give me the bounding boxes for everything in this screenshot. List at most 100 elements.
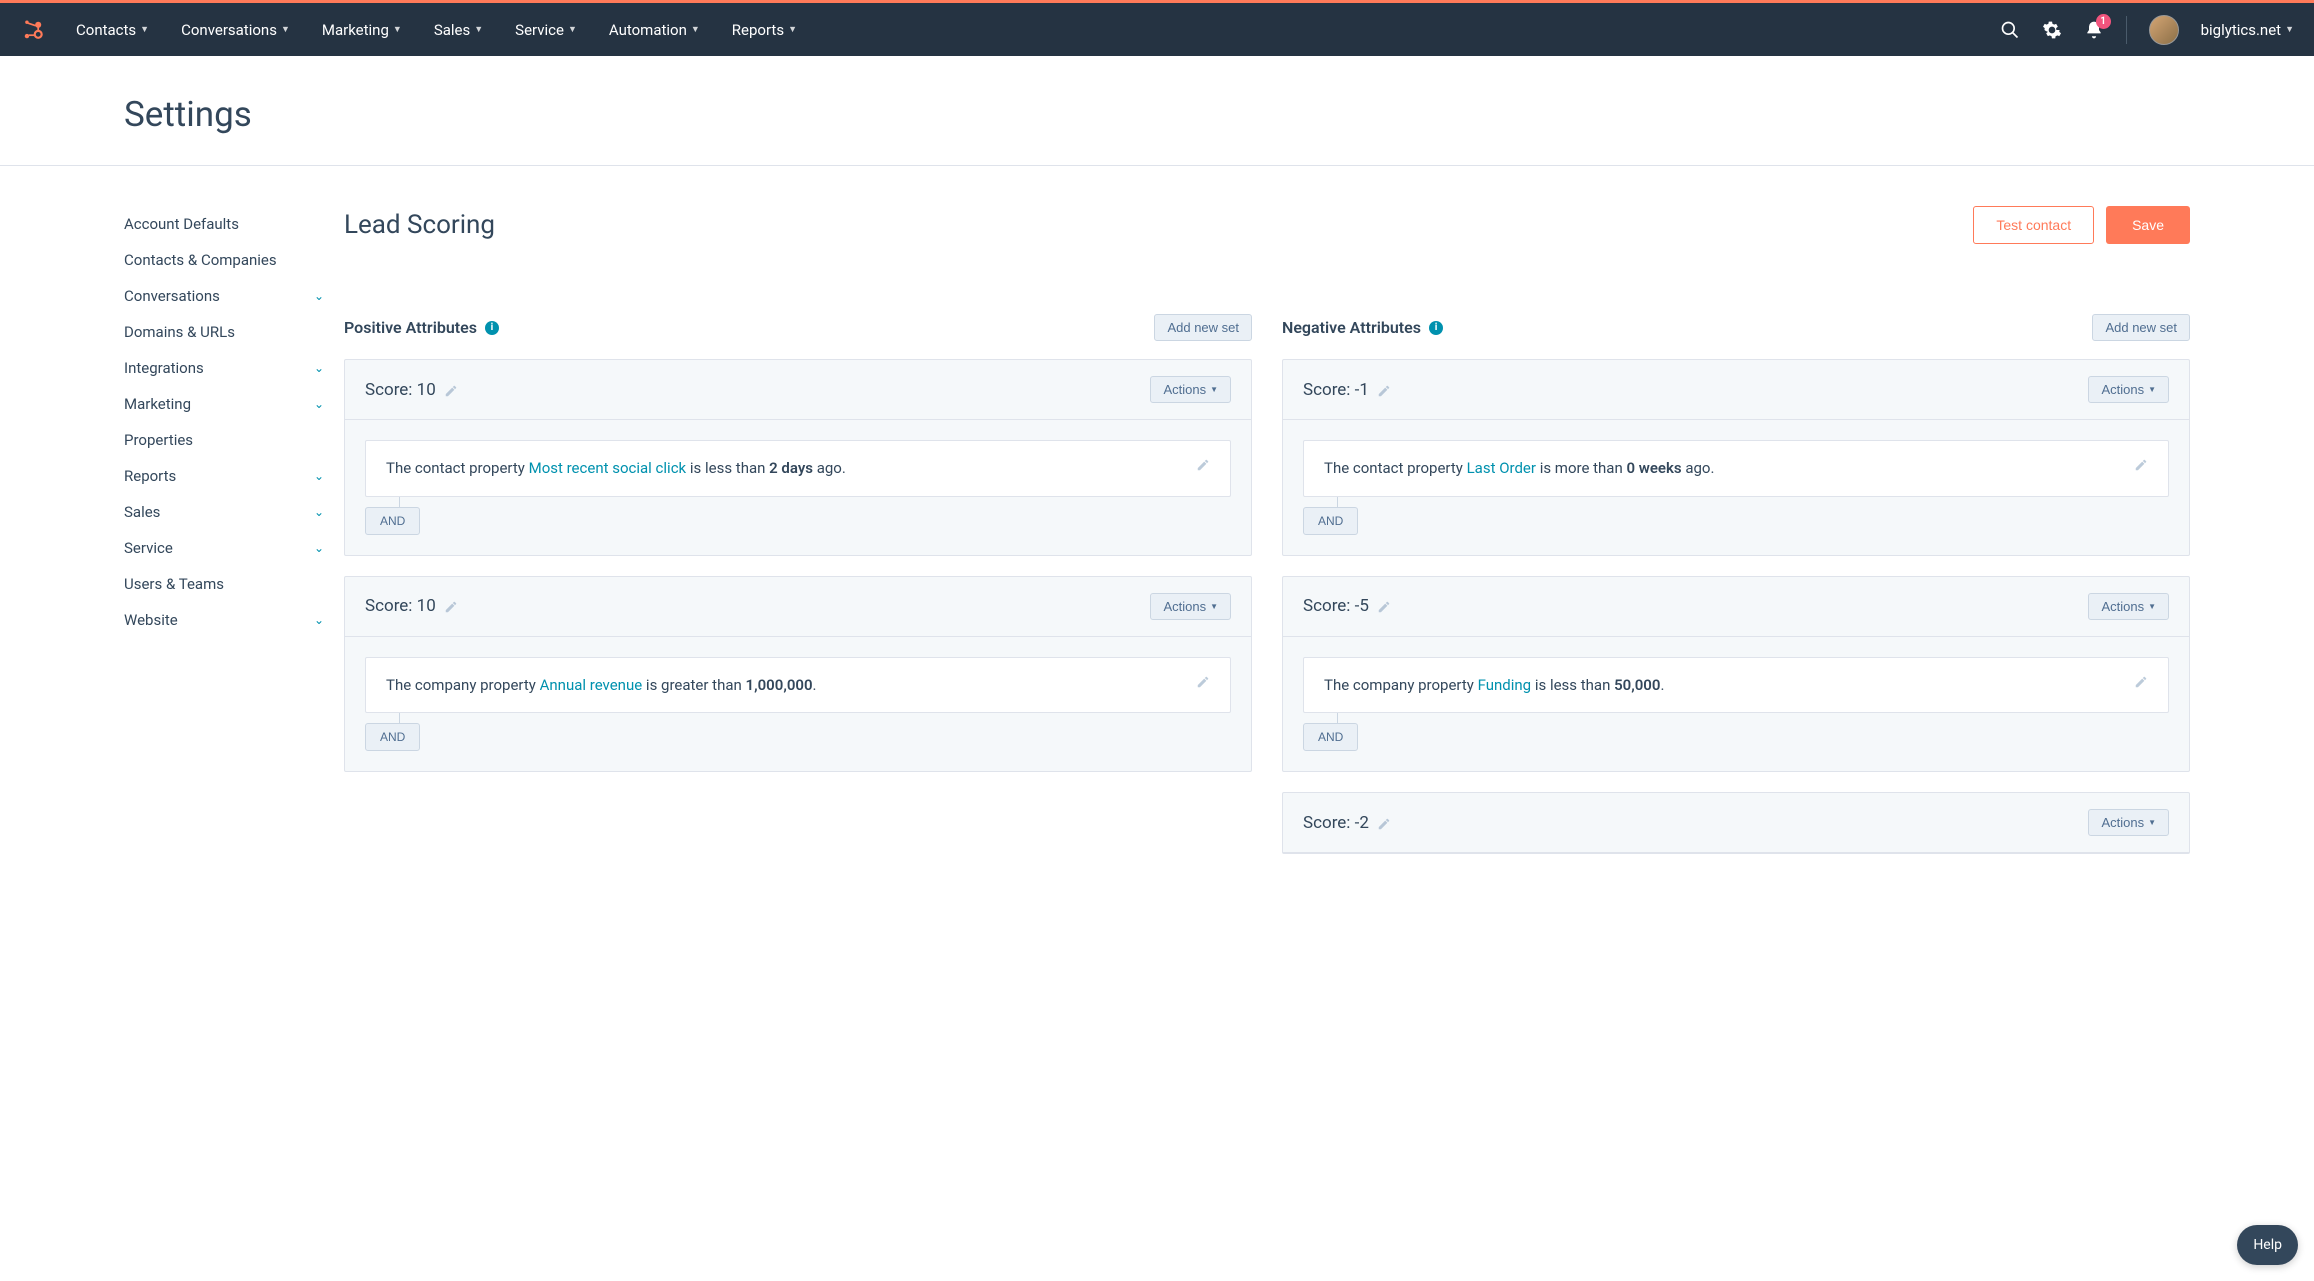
- actions-label: Actions: [1163, 382, 1206, 397]
- sidebar-item-marketing[interactable]: Marketing⌄: [124, 386, 324, 422]
- content: Account Defaults Contacts & Companies Co…: [0, 166, 2314, 914]
- info-icon[interactable]: i: [1429, 321, 1443, 335]
- sidebar-item-integrations[interactable]: Integrations⌄: [124, 350, 324, 386]
- property-link[interactable]: Last Order: [1467, 459, 1536, 477]
- sidebar-item-label: Marketing: [124, 395, 191, 413]
- connector: [1337, 497, 1338, 507]
- column-title: Positive Attributes: [344, 318, 477, 337]
- actions-button[interactable]: Actions▼: [2088, 593, 2169, 620]
- actions-label: Actions: [1163, 599, 1206, 614]
- help-button[interactable]: Help: [2237, 1225, 2298, 1265]
- card-header: Score: -2 Actions▼: [1283, 793, 2189, 853]
- sidebar-item-sales[interactable]: Sales⌄: [124, 494, 324, 530]
- nav-marketing[interactable]: Marketing▼: [322, 21, 402, 39]
- rule-text: The company property Annual revenue is g…: [386, 674, 1186, 697]
- actions-button[interactable]: Actions▼: [1150, 593, 1231, 620]
- add-new-set-button[interactable]: Add new set: [2092, 314, 2190, 341]
- sidebar-item-properties[interactable]: Properties: [124, 422, 324, 458]
- actions-button[interactable]: Actions▼: [1150, 376, 1231, 403]
- top-nav: Contacts▼ Conversations▼ Marketing▼ Sale…: [0, 3, 2314, 56]
- chevron-down-icon: ▼: [474, 24, 483, 35]
- edit-icon[interactable]: [444, 599, 458, 613]
- nav-links: Contacts▼ Conversations▼ Marketing▼ Sale…: [76, 21, 797, 39]
- add-new-set-button[interactable]: Add new set: [1154, 314, 1252, 341]
- actions-button[interactable]: Actions▼: [2088, 809, 2169, 836]
- settings-sidebar: Account Defaults Contacts & Companies Co…: [124, 206, 324, 638]
- columns: Positive Attributes i Add new set Score:…: [344, 314, 2190, 874]
- and-button[interactable]: AND: [365, 507, 420, 535]
- chevron-down-icon: ▼: [2285, 24, 2294, 35]
- rule-box: The contact property Most recent social …: [365, 440, 1231, 497]
- nav-contacts[interactable]: Contacts▼: [76, 21, 149, 39]
- nav-label: Contacts: [76, 21, 136, 39]
- logo[interactable]: [20, 17, 46, 43]
- nav-reports[interactable]: Reports▼: [732, 21, 797, 39]
- sidebar-item-account-defaults[interactable]: Account Defaults: [124, 206, 324, 242]
- and-button[interactable]: AND: [1303, 723, 1358, 751]
- bell-icon[interactable]: 1: [2084, 20, 2104, 40]
- chevron-down-icon: ▼: [691, 24, 700, 35]
- rule-text: The contact property Most recent social …: [386, 457, 1186, 480]
- nav-label: Automation: [609, 21, 687, 39]
- nav-conversations[interactable]: Conversations▼: [181, 21, 290, 39]
- avatar[interactable]: [2149, 15, 2179, 45]
- chevron-down-icon: ⌄: [314, 613, 324, 627]
- sidebar-item-website[interactable]: Website⌄: [124, 602, 324, 638]
- nav-label: Sales: [434, 21, 470, 39]
- sidebar-item-domains-urls[interactable]: Domains & URLs: [124, 314, 324, 350]
- edit-icon[interactable]: [1196, 457, 1210, 471]
- score-card: Score: -1 Actions▼ The contact property …: [1282, 359, 2190, 556]
- test-contact-button[interactable]: Test contact: [1973, 206, 2094, 244]
- edit-icon[interactable]: [444, 383, 458, 397]
- nav-service[interactable]: Service ▼: [515, 21, 577, 39]
- property-link[interactable]: Annual revenue: [540, 676, 643, 694]
- gear-icon[interactable]: [2042, 20, 2062, 40]
- account-label: biglytics.net: [2201, 21, 2282, 39]
- save-button[interactable]: Save: [2106, 206, 2190, 244]
- sidebar-item-service[interactable]: Service⌄: [124, 530, 324, 566]
- edit-icon[interactable]: [1377, 816, 1391, 830]
- rule-box: The company property Funding is less tha…: [1303, 657, 2169, 714]
- chevron-down-icon: ▼: [568, 24, 577, 35]
- divider: [2126, 16, 2127, 44]
- actions-button[interactable]: Actions▼: [2088, 376, 2169, 403]
- search-icon[interactable]: [2000, 20, 2020, 40]
- nav-automation[interactable]: Automation ▼: [609, 21, 700, 39]
- column-header: Positive Attributes i Add new set: [344, 314, 1252, 341]
- and-button[interactable]: AND: [365, 723, 420, 751]
- sidebar-item-label: Sales: [124, 503, 160, 521]
- actions-label: Actions: [2101, 815, 2144, 830]
- edit-icon[interactable]: [2134, 674, 2148, 688]
- page-title: Settings: [124, 94, 2314, 135]
- sidebar-item-reports[interactable]: Reports⌄: [124, 458, 324, 494]
- sidebar-item-label: Users & Teams: [124, 575, 224, 593]
- property-link[interactable]: Most recent social click: [529, 459, 687, 477]
- nav-label: Reports: [732, 21, 784, 39]
- score-card: Score: 10 Actions▼ The company property …: [344, 576, 1252, 773]
- edit-icon[interactable]: [2134, 457, 2148, 471]
- negative-column: Negative Attributes i Add new set Score:…: [1282, 314, 2190, 874]
- sidebar-item-users-teams[interactable]: Users & Teams: [124, 566, 324, 602]
- nav-sales[interactable]: Sales ▼: [434, 21, 483, 39]
- edit-icon[interactable]: [1196, 674, 1210, 688]
- nav-label: Conversations: [181, 21, 277, 39]
- sidebar-item-label: Contacts & Companies: [124, 251, 277, 269]
- notification-badge: 1: [2096, 14, 2111, 29]
- edit-icon[interactable]: [1377, 599, 1391, 613]
- edit-icon[interactable]: [1377, 383, 1391, 397]
- connector: [399, 497, 400, 507]
- nav-label: Service: [515, 21, 564, 39]
- score-card: Score: -5 Actions▼ The company property …: [1282, 576, 2190, 773]
- sidebar-item-label: Conversations: [124, 287, 220, 305]
- property-link[interactable]: Funding: [1478, 676, 1532, 694]
- actions-label: Actions: [2101, 599, 2144, 614]
- connector: [399, 713, 400, 723]
- account-menu[interactable]: biglytics.net▼: [2201, 21, 2294, 39]
- main-panel: Lead Scoring Test contact Save Positive …: [344, 206, 2190, 874]
- info-icon[interactable]: i: [485, 321, 499, 335]
- and-button[interactable]: AND: [1303, 507, 1358, 535]
- sidebar-item-label: Integrations: [124, 359, 204, 377]
- sidebar-item-contacts-companies[interactable]: Contacts & Companies: [124, 242, 324, 278]
- sidebar-item-conversations[interactable]: Conversations⌄: [124, 278, 324, 314]
- column-header: Negative Attributes i Add new set: [1282, 314, 2190, 341]
